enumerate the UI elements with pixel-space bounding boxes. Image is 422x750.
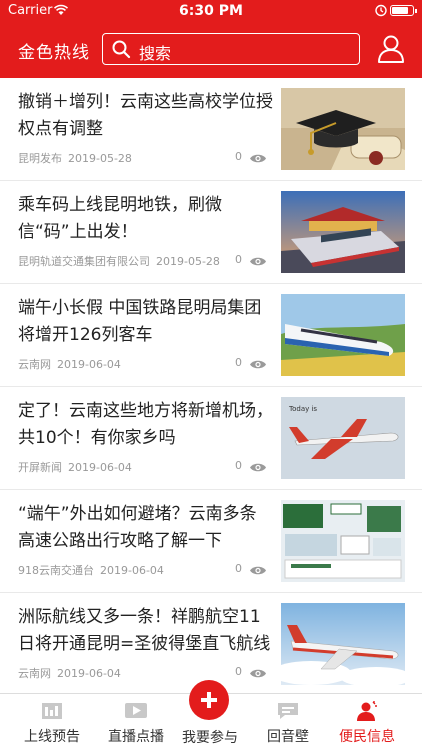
person-service-icon: [357, 701, 377, 721]
user-profile-icon[interactable]: [376, 33, 406, 63]
news-thumbnail-airplane: Today is: [281, 397, 405, 479]
news-source: 开屏新闻: [18, 461, 62, 474]
news-title: “端午”外出如何避堵？云南多条高速公路出行攻略了解一下: [18, 504, 257, 551]
news-item[interactable]: 乘车码上线昆明地铁，刷微信“码”上出发！ 昆明轨道交通集团有限公司 2019-05…: [0, 181, 422, 284]
tab-label: 我要参与: [182, 730, 238, 746]
plus-icon[interactable]: [189, 680, 229, 720]
news-item[interactable]: 撤销＋增列！云南这些高校学位授权点有调整 昆明发布 2019-05-28 0: [0, 78, 422, 181]
news-thumbnail-airplane-sky: [281, 603, 405, 685]
app-title: 金色热线: [18, 43, 90, 63]
search-icon: [112, 40, 131, 59]
tab-label: 上线预告: [24, 729, 80, 745]
news-item[interactable]: 定了！云南这些地方将新增机场，共10个！有你家乡吗 开屏新闻 2019-06-04…: [0, 387, 422, 490]
news-date: 2019-06-04: [57, 358, 121, 371]
status-bar: Carrier 6:30 PM: [0, 0, 422, 22]
eye-icon: [250, 154, 266, 163]
news-date: 2019-06-04: [68, 461, 132, 474]
tab-convenience-info[interactable]: 便民信息: [325, 694, 409, 750]
news-title: 撤销＋增列！云南这些高校学位授权点有调整: [18, 92, 273, 139]
news-source: 昆明轨道交通集团有限公司: [18, 255, 150, 268]
news-meta: 昆明轨道交通集团有限公司 2019-05-28: [18, 253, 226, 269]
news-meta: 918云南交通台 2019-06-04: [18, 562, 170, 578]
tab-live-vod[interactable]: 直播点播: [94, 694, 178, 750]
tab-echo-wall[interactable]: 回音壁: [246, 694, 330, 750]
search-placeholder: 搜索: [139, 44, 172, 63]
news-item[interactable]: 洲际航线又多一条！祥鹏航空11日将开通昆明=圣彼得堡直飞航线 云南网 2019-0…: [0, 593, 422, 693]
news-title: 定了！云南这些地方将新增机场，共10个！有你家乡吗: [18, 401, 273, 448]
news-meta: 云南网 2019-06-04: [18, 665, 127, 681]
news-item[interactable]: “端午”外出如何避堵？云南多条高速公路出行攻略了解一下 918云南交通台 2019…: [0, 490, 422, 593]
news-feed: 撤销＋增列！云南这些高校学位授权点有调整 昆明发布 2019-05-28 0 乘车…: [0, 78, 422, 693]
eye-icon: [250, 463, 266, 472]
news-source: 云南网: [18, 358, 51, 371]
tab-label: 回音壁: [267, 729, 309, 745]
news-thumbnail-metro-train: [281, 191, 405, 273]
news-date: 2019-06-04: [100, 564, 164, 577]
view-count: 0: [235, 459, 242, 472]
svg-text:Today is: Today is: [288, 405, 317, 413]
search-input[interactable]: 搜索: [102, 33, 360, 65]
news-date: 2019-05-28: [156, 255, 220, 268]
view-count: 0: [235, 562, 242, 575]
news-thumbnail-high-speed-train: [281, 294, 405, 376]
chat-bubble-icon: [278, 703, 298, 719]
clock: 6:30 PM: [179, 3, 243, 19]
news-title: 洲际航线又多一条！祥鹏航空11日将开通昆明=圣彼得堡直飞航线: [18, 607, 271, 654]
tab-schedule[interactable]: 上线预告: [10, 694, 94, 750]
view-count: 0: [235, 150, 242, 163]
view-count: 0: [235, 665, 242, 678]
news-title: 乘车码上线昆明地铁，刷微信“码”上出发！: [18, 195, 222, 242]
view-count: 0: [235, 356, 242, 369]
news-source: 昆明发布: [18, 152, 62, 165]
battery-icon: [390, 5, 417, 16]
schedule-icon: [42, 703, 62, 719]
app-header: Carrier 6:30 PM 金色热线 搜索: [0, 0, 422, 78]
news-thumbnail-highway-infographic: [281, 500, 405, 582]
eye-icon: [250, 360, 266, 369]
alarm-icon: [375, 4, 387, 17]
news-title: 端午小长假 中国铁路昆明局集团将增开126列客车: [18, 298, 262, 345]
news-meta: 昆明发布 2019-05-28: [18, 150, 138, 166]
eye-icon: [250, 257, 266, 266]
news-source: 云南网: [18, 667, 51, 680]
news-item[interactable]: 端午小长假 中国铁路昆明局集团将增开126列客车 云南网 2019-06-04 0: [0, 284, 422, 387]
video-play-icon: [125, 703, 147, 718]
news-meta: 云南网 2019-06-04: [18, 356, 127, 372]
tab-label: 直播点播: [108, 729, 164, 745]
view-count: 0: [235, 253, 242, 266]
news-meta: 开屏新闻 2019-06-04: [18, 459, 138, 475]
eye-icon: [250, 669, 266, 678]
news-date: 2019-06-04: [57, 667, 121, 680]
news-source: 918云南交通台: [18, 564, 94, 577]
news-thumbnail-graduation-cap: [281, 88, 405, 170]
eye-icon: [250, 566, 266, 575]
tab-label: 便民信息: [339, 729, 395, 745]
news-date: 2019-05-28: [68, 152, 132, 165]
